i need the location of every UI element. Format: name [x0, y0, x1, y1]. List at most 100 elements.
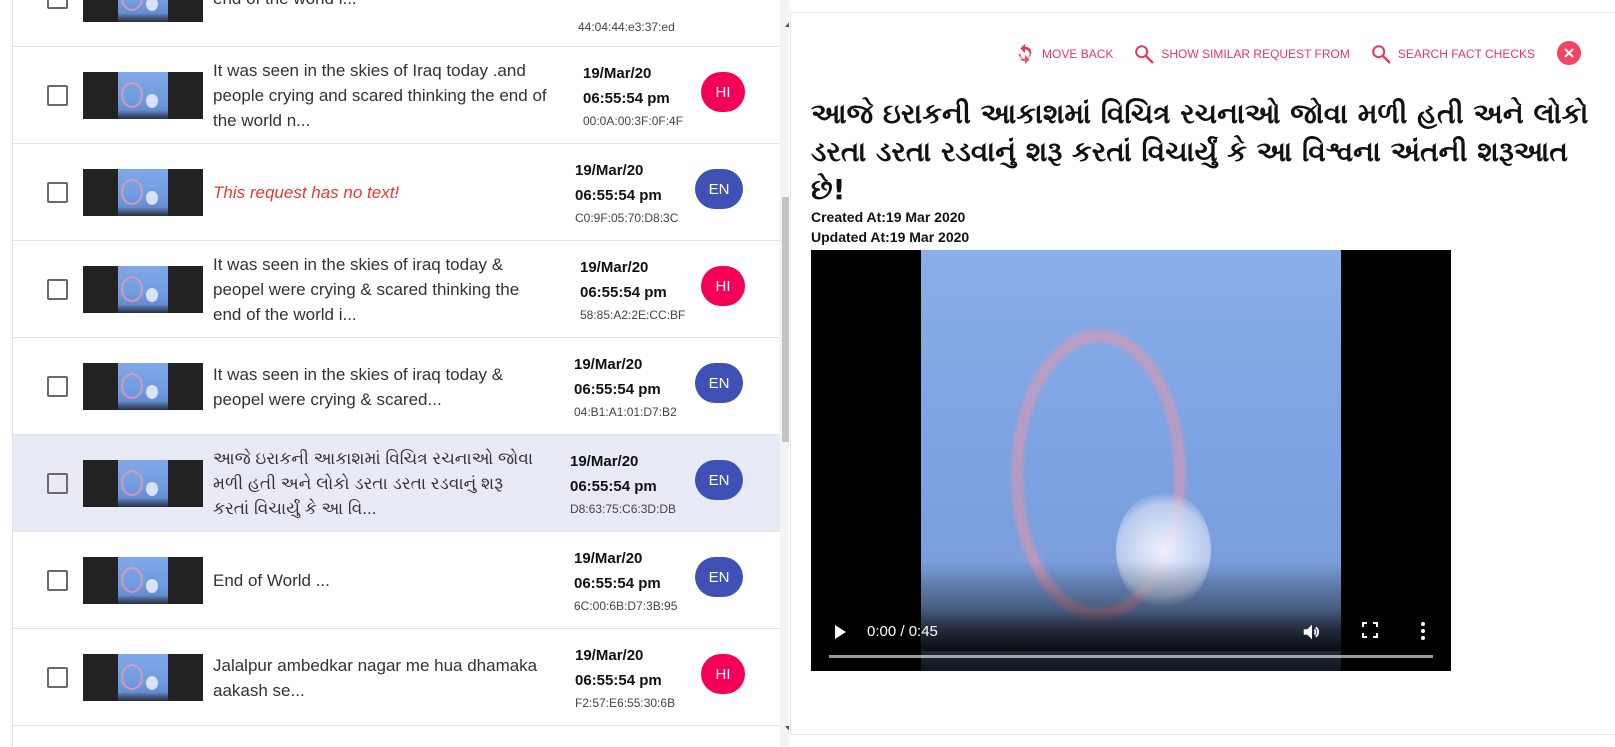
row-thumbnail[interactable] [83, 363, 203, 410]
close-button[interactable] [1557, 41, 1581, 65]
row-text-line: aakash se... [213, 680, 305, 700]
row-time: 06:55:54 pm [575, 186, 662, 204]
search-icon [1135, 45, 1154, 64]
row-device-id: F2:57:E6:55:30:6B [575, 695, 676, 710]
row-checkbox[interactable] [47, 376, 68, 397]
row-text[interactable]: આજે ઇરાકની આકાશમાં વિચિત્ર રચનાઓ જોવા મળી… [213, 435, 593, 532]
language-badge: HI [701, 654, 745, 694]
row-text-line: મળી હતી અને લોકો ડરતા ડરતા રડવાનું શરૂ [213, 474, 504, 493]
language-badge: EN [695, 460, 743, 500]
row-date: 19/Mar/20 [575, 646, 644, 664]
language-badge: EN [695, 363, 743, 403]
row-meta: 44:04:44:e3:37:ed [578, 0, 675, 47]
row-time: 06:55:54 pm [583, 89, 670, 107]
row-text[interactable]: It was seen in the skies of iraq today &… [213, 338, 593, 435]
row-meta: 19/Mar/20 06:55:54 pm C0:9F:05:70:D8:3C [575, 144, 678, 241]
row-meta: 19/Mar/20 06:55:54 pm F2:57:E6:55:30:6B [575, 629, 675, 726]
row-time: 06:55:54 pm [570, 477, 657, 495]
row-checkbox[interactable] [47, 473, 68, 494]
row-meta: 19/Mar/20 06:55:54 pm 58:85:A2:2E:CC:BF [580, 241, 685, 338]
row-device-id: 6C:00:6B:D7:3B:95 [574, 598, 678, 613]
row-text-line: આજે ઇરાકની આકાશમાં વિચિત્ર રચનાઓ જોવા [213, 449, 534, 468]
video-controls: 0:00 / 0:45 [811, 601, 1451, 671]
volume-icon[interactable] [1301, 621, 1323, 647]
row-checkbox[interactable] [47, 182, 68, 203]
row-meta: 19/Mar/20 06:55:54 pm 6C:00:6B:D7:3B:95 [574, 532, 677, 629]
video-player[interactable]: 0:00 / 0:45 [811, 250, 1451, 671]
row-text-line: end of the world i... [213, 0, 357, 11]
row-device-id: C0:9F:05:70:D8:3C [575, 210, 679, 225]
scroll-up-arrow-icon[interactable] [785, 20, 789, 27]
row-text-line: This request has no text! [213, 183, 400, 202]
row-text[interactable]: It was seen in the skies of iraq today &… [213, 241, 593, 338]
row-checkbox[interactable] [47, 279, 68, 300]
row-date: 19/Mar/20 [570, 452, 639, 470]
scrollbar-thumb[interactable] [782, 197, 789, 442]
show-similar-label: SHOW SIMILAR REQUEST FROM [1161, 47, 1350, 61]
row-thumbnail[interactable] [83, 0, 203, 22]
row-time: 06:55:54 pm [574, 380, 661, 398]
language-badge: HI [701, 72, 745, 112]
row-time: 06:55:54 pm [575, 671, 662, 689]
row-text[interactable]: end of the world i... [213, 0, 593, 47]
row-thumbnail[interactable] [83, 654, 203, 701]
row-thumbnail[interactable] [83, 72, 203, 119]
move-back-button[interactable]: MOVE BACK [1014, 43, 1113, 65]
list-item[interactable]: It was seen in the skies of iraq today &… [13, 241, 789, 338]
request-list-pane: end of the world i... 44:04:44:e3:37:ed It… [12, 0, 789, 747]
row-date: 19/Mar/20 [574, 549, 643, 567]
list-scrollbar[interactable] [780, 0, 789, 747]
row-checkbox[interactable] [47, 667, 68, 688]
row-text-line: કરતાં વિચાર્યું કે આ વિ... [213, 499, 377, 518]
updated-at: Updated At:19 Mar 2020 [811, 229, 970, 245]
row-thumbnail[interactable] [83, 169, 203, 216]
scroll-down-arrow-icon[interactable] [785, 726, 789, 733]
row-meta: 19/Mar/20 06:55:54 pm D8:63:75:C6:3D:DB [570, 435, 676, 532]
list-item[interactable]: Jalalpur ambedkar nagar me hua dhamaka aa… [13, 629, 789, 726]
row-thumbnail[interactable] [83, 266, 203, 313]
language-badge: EN [695, 557, 743, 597]
row-text-line: Jalalpur ambedkar nagar me hua dhamaka [213, 655, 538, 675]
list-item[interactable]: આજે ઇરાકની આકાશમાં વિચિત્ર રચનાઓ જોવા મળી… [13, 435, 789, 532]
request-list: end of the world i... 44:04:44:e3:37:ed It… [13, 0, 789, 726]
row-meta: 19/Mar/20 06:55:54 pm 00:0A:00:3F:0F:4F [583, 47, 683, 144]
list-item[interactable]: It was seen in the skies of Iraq today .… [13, 47, 789, 144]
refresh-icon [1018, 43, 1032, 65]
play-icon[interactable] [835, 625, 846, 639]
video-progress-bar[interactable] [829, 655, 1433, 658]
request-headline: આજે ઇરાકની આકાશમાં વિચિત્ર રચનાઓ જોવા મળ… [811, 97, 1589, 206]
row-device-id: D8:63:75:C6:3D:DB [570, 501, 677, 516]
row-text[interactable]: This request has no text! [213, 144, 593, 241]
list-item[interactable]: end of the world i... 44:04:44:e3:37:ed [13, 0, 789, 47]
row-device-id: 00:0A:00:3F:0F:4F [583, 113, 684, 128]
search-icon [1372, 45, 1391, 64]
search-fact-checks-label: SEARCH FACT CHECKS [1397, 47, 1535, 61]
row-text-line: end of the world i... [213, 305, 357, 324]
row-text-line: It was seen in the skies of iraq today & [213, 255, 504, 274]
list-item[interactable]: It was seen in the skies of iraq today &… [13, 338, 789, 435]
row-text[interactable]: Jalalpur ambedkar nagar me hua dhamaka aa… [213, 629, 593, 726]
row-date: 19/Mar/20 [583, 64, 652, 82]
row-date: 19/Mar/20 [575, 161, 644, 179]
row-device-id: 58:85:A2:2E:CC:BF [580, 307, 686, 322]
row-text-line: peopel were crying & scared... [213, 389, 442, 409]
list-item[interactable]: End of World ... 19/Mar/20 06:55:54 pm 6C:0… [13, 532, 789, 629]
row-checkbox[interactable] [47, 85, 68, 106]
more-options-icon[interactable] [1419, 621, 1427, 645]
fullscreen-icon[interactable] [1361, 621, 1379, 643]
row-thumbnail[interactable] [83, 557, 203, 604]
row-checkbox[interactable] [47, 570, 68, 591]
row-text[interactable]: End of World ... [213, 532, 593, 629]
row-text[interactable]: It was seen in the skies of Iraq today .… [213, 47, 593, 144]
row-thumbnail[interactable] [83, 460, 203, 507]
row-device-id: 04:B1:A1:01:D7:B2 [574, 404, 677, 419]
move-back-label: MOVE BACK [1042, 47, 1114, 61]
language-badge: HI [701, 266, 745, 306]
row-time: 06:55:54 pm [574, 574, 661, 592]
row-device-id: 44:04:44:e3:37:ed [578, 20, 675, 34]
close-icon [1564, 48, 1574, 58]
search-fact-checks-button[interactable]: SEARCH FACT CHECKS [1370, 43, 1535, 65]
show-similar-button[interactable]: SHOW SIMILAR REQUEST FROM [1133, 43, 1350, 65]
list-item[interactable]: This request has no text! 19/Mar/20 06:55:… [13, 144, 789, 241]
row-checkbox[interactable] [47, 0, 68, 9]
